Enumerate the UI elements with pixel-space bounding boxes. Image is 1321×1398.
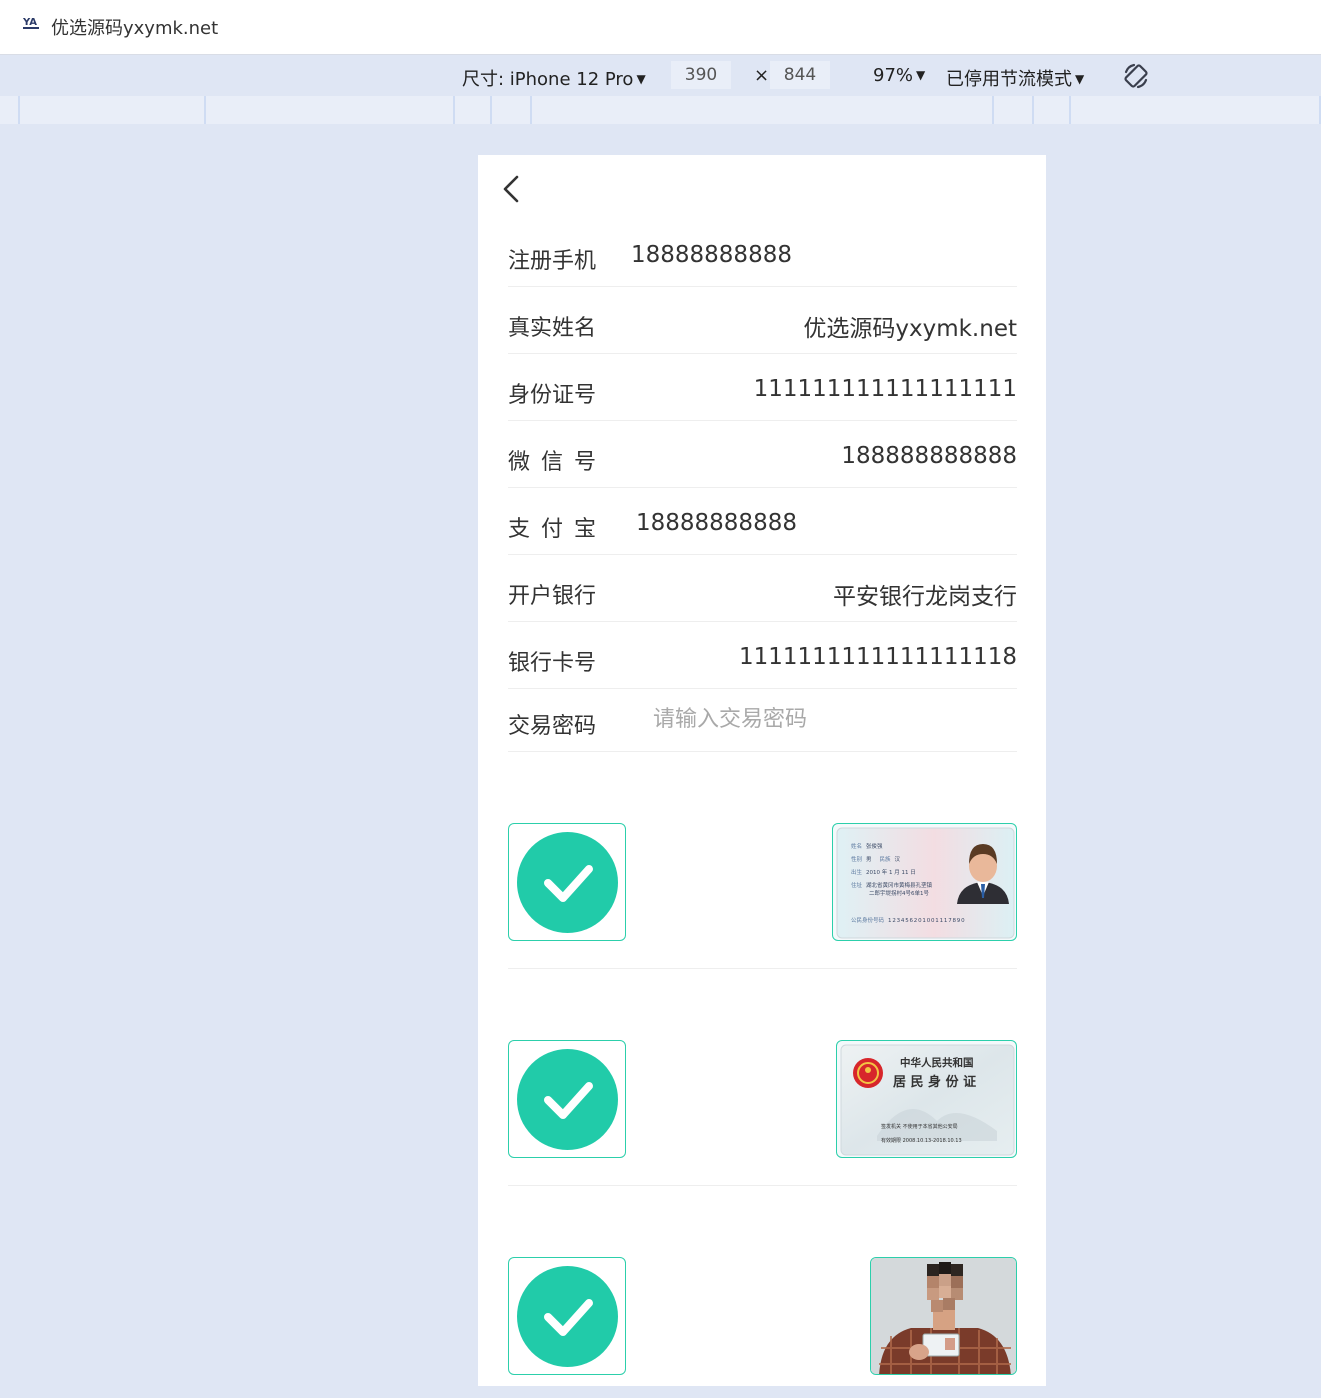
upload-row-handheld [508, 1186, 1017, 1386]
id-birth: 2010 年 1 月 11 日 [866, 868, 916, 876]
chevron-down-icon: ▼ [916, 68, 926, 82]
upload-status-box[interactable] [508, 1040, 626, 1158]
ruler-segment[interactable] [20, 96, 206, 124]
device-width-input[interactable] [671, 61, 731, 89]
check-circle-icon [517, 1049, 618, 1150]
id-addr-1: 湖北省黄冈市黄梅县孔垄镇 [866, 881, 933, 889]
id-birth-label: 出生 [851, 868, 863, 876]
ruler-segment[interactable] [1034, 96, 1071, 124]
id-ethnic-label: 民族 [880, 855, 892, 863]
upload-row-id-front: 姓名 张俊强 性别男 民族汉 出生 2010 年 1 月 11 日 住址 湖北省黄冈市黄… [508, 752, 1017, 969]
id-name-label: 姓名 [851, 842, 862, 850]
svg-text:姓名张俊强: 姓名 张俊强 [851, 842, 883, 850]
back-arrow-icon[interactable] [500, 173, 522, 205]
id-back-title: 居 民 身 份 证 [893, 1074, 976, 1090]
form-row-value: 平安银行龙岗支行 [833, 584, 1017, 610]
trade-password-input[interactable] [653, 702, 993, 736]
svg-text:出生2010 年 1 月 11 日: 出生 2010 年 1 月 11 日 [851, 868, 916, 876]
device-size-dropdown[interactable]: 尺寸: iPhone 12 Pro ▼ [462, 65, 646, 91]
id-sex-label: 性别 [851, 855, 862, 863]
ruler-segment[interactable] [1071, 96, 1321, 124]
site-logo-icon: YA [22, 17, 39, 29]
password-label: 交易密码 [508, 714, 597, 739]
zoom-label: 97% [873, 65, 914, 86]
form-row: 开户银行 平安银行龙岗支行 [508, 556, 1017, 622]
form-row-label: 微 信 号 [508, 450, 596, 475]
form-row-label: 支 付 宝 [508, 517, 596, 542]
id-back-validity: 有效期限 2008.10.13-2018.10.13 [881, 1137, 962, 1144]
form-row-value: 18888888888 [631, 242, 792, 268]
handheld-id-photo-sample[interactable] [870, 1257, 1017, 1375]
upload-status-box[interactable] [508, 823, 626, 941]
ruler-segment[interactable] [0, 96, 20, 124]
id-card-back-icon: 中华人民共和国 居 民 身 份 证 签发机关 不使用于本省其他公安局 有效期限 … [840, 1044, 1015, 1156]
form-row-value: 188888888888 [841, 443, 1017, 469]
check-circle-icon [517, 1266, 618, 1367]
media-query-ruler [0, 96, 1321, 124]
form-row-value: 优选源码yxymk.net [803, 316, 1017, 342]
form-row: 银行卡号 1111111111111111118 [508, 623, 1017, 689]
device-height-input[interactable] [770, 61, 830, 89]
id-addr-label: 住址 [851, 881, 863, 889]
upload-status-box[interactable] [508, 1257, 626, 1375]
svg-text:YA: YA [22, 17, 37, 28]
form-row: 支 付 宝 18888888888 [508, 489, 1017, 555]
throttle-label: 已停用节流模式 [946, 69, 1072, 90]
ruler-segment[interactable] [532, 96, 994, 124]
id-number: 123456201001117890 [888, 918, 965, 924]
ruler-segment[interactable] [455, 96, 492, 124]
form-row-label: 注册手机 [508, 249, 597, 274]
chevron-down-icon: ▼ [636, 72, 646, 86]
form-row: 真实姓名 优选源码yxymk.net [508, 288, 1017, 354]
device-size-label: 尺寸: iPhone 12 Pro [462, 69, 634, 90]
id-card-front-sample[interactable]: 姓名 张俊强 性别男 民族汉 出生 2010 年 1 月 11 日 住址 湖北省黄冈市黄… [832, 823, 1017, 941]
id-card-front-icon: 姓名 张俊强 性别男 民族汉 出生 2010 年 1 月 11 日 住址 湖北省黄冈市黄… [836, 827, 1015, 939]
form-row-value: 18888888888 [636, 510, 797, 536]
id-addr-2: 二郎宇堤拐村4号6单1号 [869, 889, 929, 897]
chevron-down-icon: ▼ [1075, 72, 1085, 86]
form-row-value: 1111111111111111118 [738, 644, 1017, 670]
times-icon: × [754, 65, 770, 86]
rotate-icon[interactable] [1122, 62, 1150, 90]
form-row-label: 真实姓名 [508, 316, 597, 341]
ruler-segment[interactable] [492, 96, 532, 124]
form-row: 身份证号 111111111111111111 [508, 355, 1017, 421]
id-back-authority: 签发机关 不使用于本省其他公安局 [881, 1123, 958, 1130]
id-back-country: 中华人民共和国 [900, 1056, 974, 1069]
ruler-segment[interactable] [206, 96, 455, 124]
check-circle-icon [517, 832, 618, 933]
browser-tab-bar: YA 优选源码yxymk.net [0, 0, 1321, 55]
upload-row-id-back: 中华人民共和国 居 民 身 份 证 签发机关 不使用于本省其他公安局 有效期限 … [508, 969, 1017, 1186]
svg-text:公民身份号码123456201001117890: 公民身份号码 123456201001117890 [851, 916, 965, 924]
zoom-dropdown[interactable]: 97% ▼ [873, 65, 925, 86]
tab-title[interactable]: 优选源码yxymk.net [51, 14, 218, 40]
form-row-label: 银行卡号 [508, 651, 597, 676]
id-ethnic: 汉 [895, 855, 901, 863]
person-holding-id-photo [871, 1258, 1016, 1374]
phone-viewport: 注册手机 18888888888 真实姓名 优选源码yxymk.net 身份证号 1111… [478, 155, 1046, 1386]
form-row: 注册手机 18888888888 [508, 221, 1017, 287]
form-row: 微 信 号 188888888888 [508, 422, 1017, 488]
throttle-dropdown[interactable]: 已停用节流模式 ▼ [946, 65, 1084, 91]
ruler-segment[interactable] [994, 96, 1034, 124]
id-number-label: 公民身份号码 [851, 916, 885, 924]
form-row-label: 身份证号 [508, 383, 597, 408]
id-sex: 男 [866, 856, 872, 863]
password-row: 交易密码 [508, 686, 1017, 752]
id-card-back-sample[interactable]: 中华人民共和国 居 民 身 份 证 签发机关 不使用于本省其他公安局 有效期限 … [836, 1040, 1017, 1158]
form-row-value: 111111111111111111 [753, 376, 1017, 402]
form-row-label: 开户银行 [508, 584, 597, 609]
id-name: 张俊强 [866, 842, 883, 850]
